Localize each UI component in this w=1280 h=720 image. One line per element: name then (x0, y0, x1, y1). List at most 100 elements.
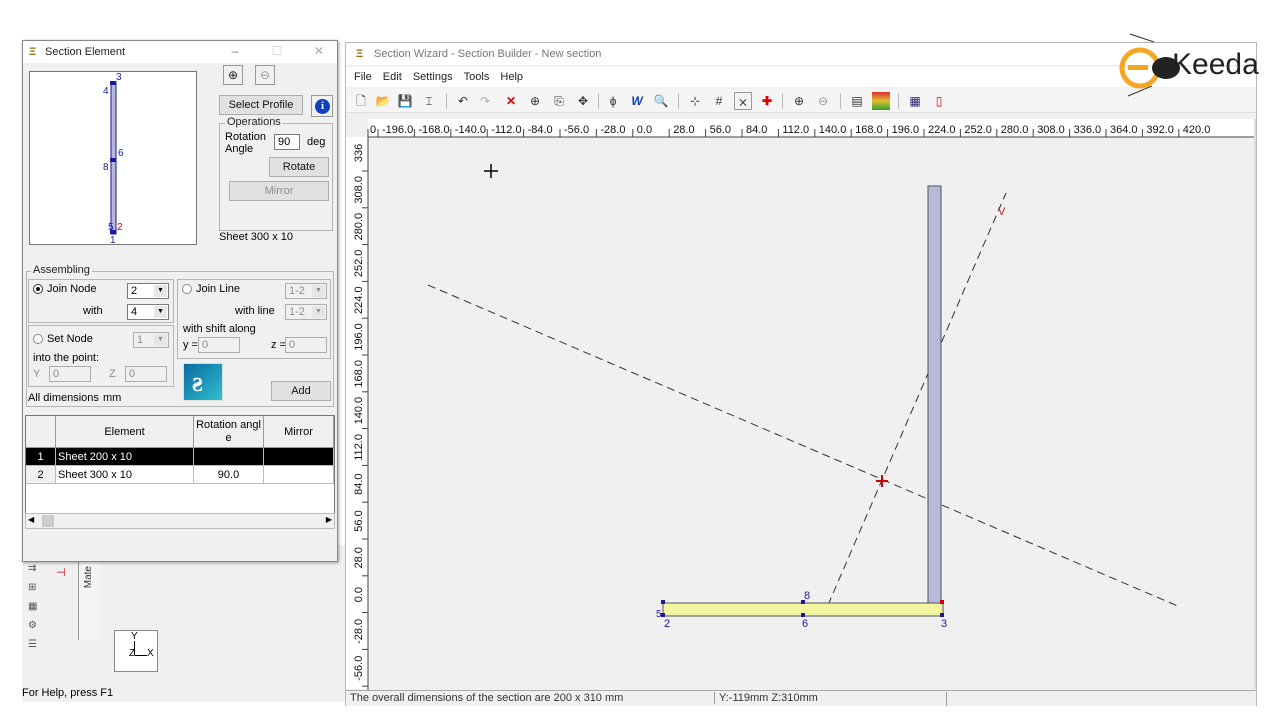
table-icon[interactable]: ▦ (906, 92, 924, 110)
snap-icon[interactable]: ⨯ (734, 92, 752, 110)
zoom-in-icon[interactable]: ⊕ (790, 92, 808, 110)
scroll-thumb[interactable] (42, 515, 54, 527)
with-line-select[interactable]: 1-2 ▼ (285, 304, 327, 320)
table-horizontal-scrollbar[interactable]: ◀ ▶ (25, 513, 335, 529)
red-tool-icon[interactable]: ⊣ (56, 566, 70, 580)
join-line-select[interactable]: 1-2 ▼ (285, 283, 327, 299)
shift-y-input[interactable]: 0 (198, 337, 240, 353)
status-bar-left: For Help, press F1 (22, 684, 348, 702)
center-of-mass-icon[interactable]: ✚ (758, 92, 776, 110)
dimensions-note: All dimensions (28, 392, 99, 404)
dialog-title: Section Element (45, 46, 126, 58)
phi-icon[interactable]: ɸ (604, 92, 622, 110)
assembling-group-label: Assembling (31, 264, 92, 276)
with-label: with (83, 305, 103, 317)
clipboard-icon[interactable]: ▯ (930, 92, 948, 110)
ruler-left-tick-label: 112.0 (353, 434, 365, 461)
ruler-top-tick-label: 336.0 (1074, 124, 1102, 136)
menu-file[interactable]: File (354, 67, 372, 87)
with-shift-label: with shift along (183, 323, 256, 335)
tool-icon[interactable]: ▦ (28, 601, 42, 615)
join-node-value: 2 (131, 285, 138, 297)
ruler-top-tick-label: 280.0 (1001, 124, 1029, 136)
scroll-right-icon[interactable]: ▶ (326, 515, 332, 524)
zoom-out-icon[interactable]: ⊖ (814, 92, 832, 110)
table-cell-element: Sheet 200 x 10 (56, 448, 194, 466)
rotation-angle-input[interactable]: 90 (274, 134, 300, 150)
copy-icon[interactable]: ⎘ (550, 92, 568, 110)
report-icon[interactable]: ▤ (848, 92, 866, 110)
ruler-left-tick-label: 308.0 (353, 176, 365, 204)
ruler-top-tick-label: 0.0 (637, 124, 652, 136)
ruler-top-tick-label: -140.0 (455, 124, 486, 136)
preview-node (110, 158, 116, 162)
new-file-icon[interactable]: 🗋 (352, 92, 370, 110)
rotation-label-line1: Rotation (225, 131, 266, 143)
ruler-top-tick-label: 196.0 (892, 124, 920, 136)
set-node-select[interactable]: 1 ▼ (133, 332, 169, 348)
delete-icon[interactable]: ✕ (502, 92, 520, 110)
node-marker[interactable] (940, 613, 944, 617)
add-button[interactable]: Add (271, 381, 331, 401)
rotate-button[interactable]: Rotate (269, 157, 329, 177)
select-profile-button[interactable]: Select Profile (219, 95, 303, 115)
point-Y-label: Y (33, 368, 41, 380)
save-icon[interactable]: 💾 (396, 92, 414, 110)
axes-icon[interactable]: ⊹ (686, 92, 704, 110)
move-icon[interactable]: ✥ (574, 92, 592, 110)
drawing-area[interactable]: 0 -196.0 -168.0 -140.0 -112.0 -84.0 -56.0 -28.0… (346, 119, 1256, 691)
open-folder-icon[interactable]: 📂 (374, 92, 392, 110)
menu-help[interactable]: Help (500, 67, 523, 87)
tool-icon[interactable]: ☰ (28, 639, 42, 653)
vertical-scrollbar[interactable] (1254, 119, 1256, 689)
window-title: Section Wizard - Section Builder - New s… (374, 48, 602, 60)
node-marker[interactable] (940, 600, 944, 604)
zoom-in-button[interactable]: ⊕ (223, 65, 243, 85)
set-node-radio[interactable] (33, 334, 43, 344)
point-Y-input[interactable]: 0 (49, 366, 91, 382)
menu-tools[interactable]: Tools (464, 67, 490, 87)
join-node-select[interactable]: 2 ▼ (127, 283, 169, 299)
mirror-button[interactable]: Mirror (229, 181, 329, 201)
menu-settings[interactable]: Settings (413, 67, 453, 87)
node-label-5: 5 (656, 609, 662, 620)
operations-group-label: Operations (225, 116, 283, 128)
ruler-left-tick-label: 224.0 (353, 286, 365, 314)
join-line-radio[interactable] (182, 284, 192, 294)
rotation-unit: deg (307, 136, 326, 148)
zoom-out-button[interactable]: ⊖ (255, 65, 275, 85)
preview-node-label: 3 (116, 72, 122, 83)
tool-icon[interactable]: ⇉ (28, 563, 42, 577)
menu-edit[interactable]: Edit (383, 67, 402, 87)
info-button[interactable]: i (311, 95, 333, 117)
node-marker[interactable] (661, 613, 665, 617)
tool-icon[interactable]: ⚙ (28, 620, 42, 634)
shift-z-input[interactable]: 0 (285, 337, 327, 353)
ruler-left-tick-label: 336 (353, 144, 365, 162)
node-marker[interactable] (661, 600, 665, 604)
grid-icon[interactable]: # (710, 92, 728, 110)
node-marker[interactable] (801, 613, 805, 617)
maximize-button[interactable]: ☐ (269, 44, 285, 58)
vertical-plate[interactable] (927, 185, 942, 605)
preview-icon[interactable]: 🔍 (652, 92, 670, 110)
close-button[interactable]: ✕ (311, 44, 327, 58)
section-icon[interactable]: ⌶ (420, 92, 438, 110)
minimize-button[interactable]: – (227, 44, 243, 58)
join-node-radio[interactable] (33, 284, 43, 294)
with-node-select[interactable]: 4 ▼ (127, 304, 169, 320)
w-icon[interactable]: W (628, 92, 646, 110)
center-icon[interactable]: ⊕ (526, 92, 544, 110)
point-Z-input[interactable]: 0 (125, 366, 167, 382)
profile-preview: 3 4 6 8 5 2 1 (29, 71, 197, 246)
scroll-left-icon[interactable]: ◀ (28, 515, 34, 524)
redo-icon[interactable]: ↷ (476, 92, 494, 110)
tool-icon[interactable]: ⊞ (28, 582, 42, 596)
wizard-status-bar: The overall dimensions of the section ar… (346, 690, 1256, 706)
color-map-icon[interactable] (872, 92, 890, 110)
ruler-left-tick-label: 56.0 (353, 510, 365, 531)
ekeeda-logo: Keeda (1108, 28, 1259, 98)
ruler-top-tick-label: 84.0 (746, 124, 767, 136)
undo-icon[interactable]: ↶ (454, 92, 472, 110)
side-tab-strip[interactable]: Mate (78, 560, 100, 640)
